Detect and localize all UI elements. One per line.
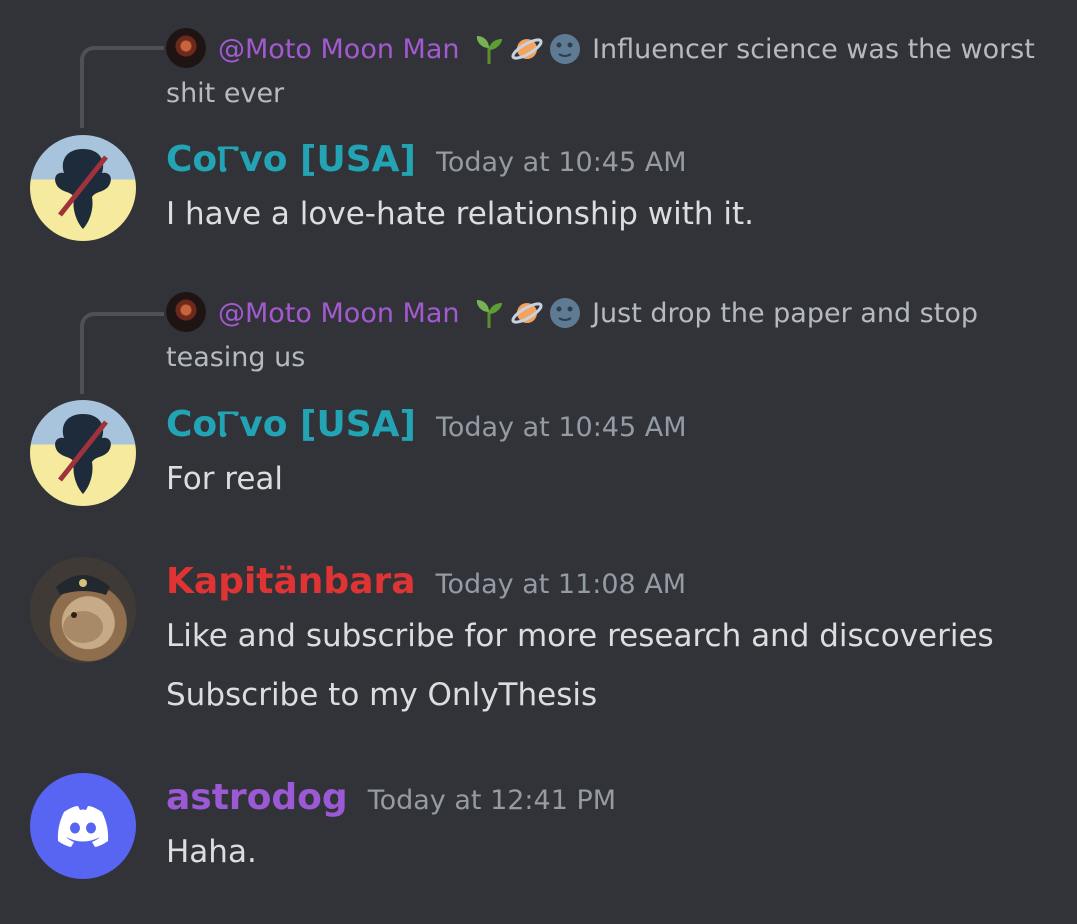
mythosaur-icon [55, 414, 111, 494]
reply-spine [80, 312, 164, 394]
message-text: Like and subscribe for more research and… [166, 618, 994, 654]
captain-hat-icon [56, 575, 110, 643]
message-header: CoⲄvo [USA] Today at 10:45 AM [166, 404, 687, 446]
reply-preview[interactable]: @Moto Moon Man Just drop the paper and s… [166, 292, 1046, 380]
replied-user-avatar[interactable] [166, 292, 206, 332]
timestamp[interactable]: Today at 10:45 AM [436, 147, 687, 178]
timestamp[interactable]: Today at 12:41 PM [368, 785, 616, 816]
new-moon-face-emoji-icon [550, 34, 581, 64]
reply-preview[interactable]: @Moto Moon Man Influencer science was th… [166, 28, 1046, 116]
discord-logo-icon [57, 806, 109, 847]
reply-mention[interactable]: @Moto Moon Man [218, 298, 459, 329]
message-header: astrodog Today at 12:41 PM [166, 777, 616, 818]
timestamp[interactable]: Today at 10:45 AM [436, 412, 687, 443]
user-avatar[interactable] [30, 400, 136, 506]
ringed-planet-emoji-icon [511, 302, 543, 324]
message-header: Kapitänbara Today at 11:08 AM [166, 561, 686, 602]
message-text: For real [166, 461, 284, 497]
reply-spine [80, 46, 164, 128]
user-avatar[interactable] [30, 557, 136, 663]
seedling-emoji-icon [476, 300, 503, 328]
reply-mention[interactable]: @Moto Moon Man [218, 34, 459, 65]
message-header: CoⲄvo [USA] Today at 10:45 AM [166, 139, 687, 181]
seedling-emoji-icon [476, 36, 503, 64]
username[interactable]: Kapitänbara [166, 561, 416, 602]
username[interactable]: CoⲄvo [USA] [166, 139, 416, 180]
user-avatar[interactable] [30, 773, 136, 879]
user-avatar[interactable] [30, 135, 136, 241]
username[interactable]: astrodog [166, 777, 348, 818]
new-moon-face-emoji-icon [550, 298, 581, 328]
timestamp[interactable]: Today at 11:08 AM [436, 569, 687, 600]
message-text: Subscribe to my OnlyThesis [166, 677, 598, 713]
replied-user-avatar[interactable] [166, 28, 206, 68]
mythosaur-icon [55, 149, 111, 229]
message-text: I have a love-hate relationship with it. [166, 196, 754, 232]
ringed-planet-emoji-icon [511, 38, 543, 60]
username[interactable]: CoⲄvo [USA] [166, 404, 416, 445]
message-text: Haha. [166, 834, 257, 870]
